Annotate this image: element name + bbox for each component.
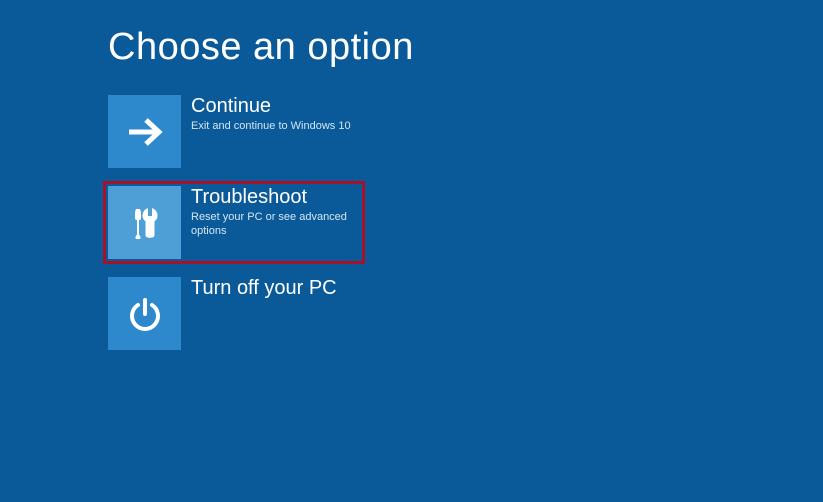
turnoff-text: Turn off your PC: [181, 277, 337, 301]
arrow-right-icon: [123, 110, 167, 154]
continue-text: Continue Exit and continue to Windows 10: [181, 95, 351, 133]
troubleshoot-tile: [108, 186, 181, 259]
turnoff-title: Turn off your PC: [191, 277, 337, 299]
troubleshoot-title: Troubleshoot: [191, 186, 360, 208]
tools-icon: [125, 203, 165, 243]
page-title: Choose an option: [108, 26, 414, 69]
turnoff-tile: [108, 277, 181, 350]
option-troubleshoot[interactable]: Troubleshoot Reset your PC or see advanc…: [103, 181, 365, 264]
option-turnoff[interactable]: Turn off your PC: [108, 277, 365, 350]
troubleshoot-description: Reset your PC or see advanced options: [191, 210, 360, 239]
option-continue[interactable]: Continue Exit and continue to Windows 10: [108, 95, 365, 168]
continue-title: Continue: [191, 95, 351, 117]
troubleshoot-text: Troubleshoot Reset your PC or see advanc…: [181, 186, 360, 239]
options-list: Continue Exit and continue to Windows 10: [108, 95, 365, 368]
continue-description: Exit and continue to Windows 10: [191, 119, 351, 133]
continue-tile: [108, 95, 181, 168]
power-icon: [125, 294, 165, 334]
